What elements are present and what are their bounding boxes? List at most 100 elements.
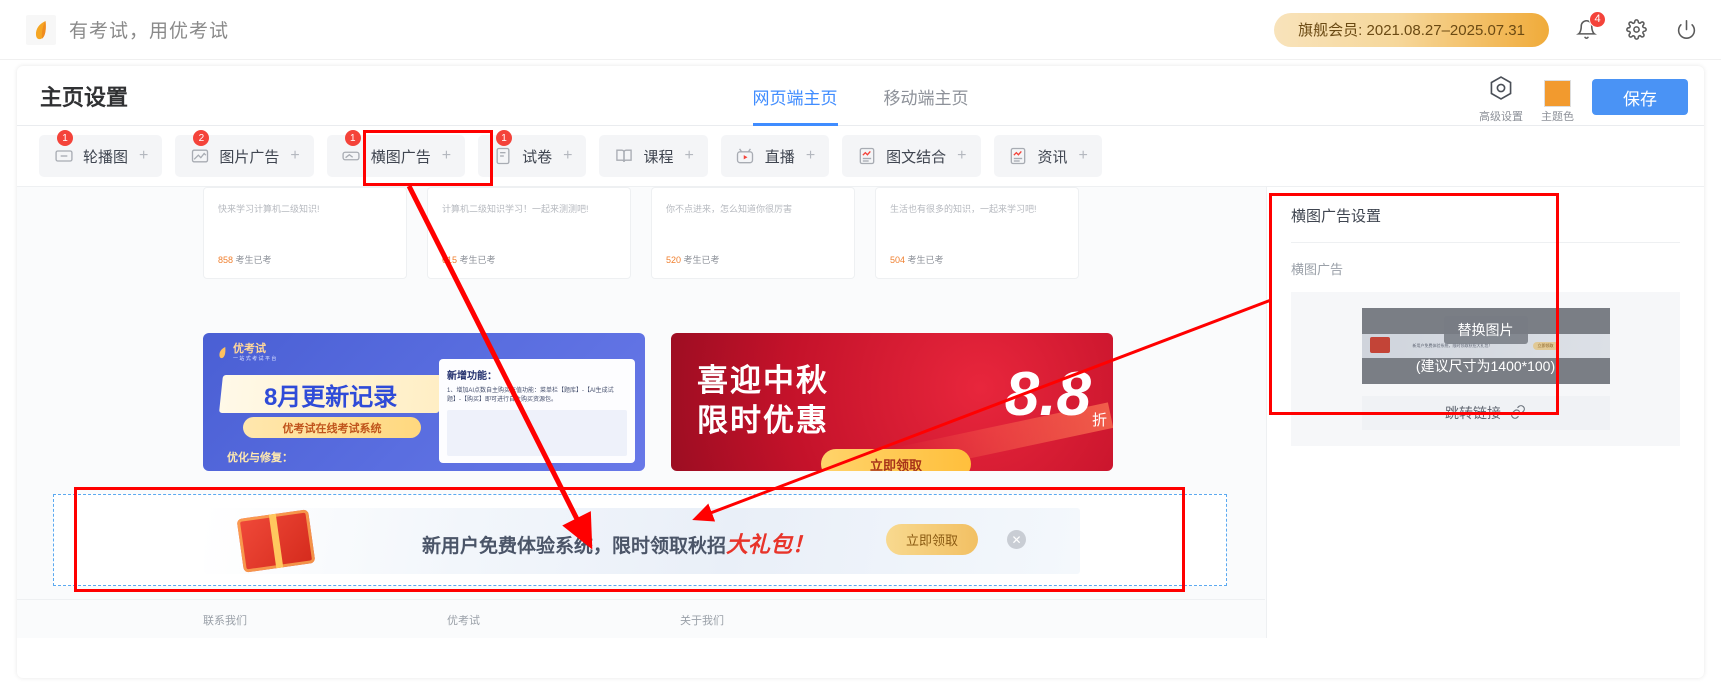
module-article[interactable]: 图文结合 +	[842, 135, 981, 177]
notification-count: 4	[1589, 10, 1606, 28]
settings-panel-body: 横图广告 新用户免费体验系统，限时领取秋招大礼包！ 立即领取 替换图片 (建议尺…	[1291, 259, 1680, 446]
module-carousel[interactable]: 1 轮播图 +	[39, 130, 163, 177]
carousel-icon	[53, 146, 74, 167]
advanced-settings-label: 高级设置	[1479, 111, 1523, 123]
image-thumbnail[interactable]: 新用户免费体验系统，限时领取秋招大礼包！ 立即领取 替换图片 (建议尺寸为140…	[1361, 308, 1610, 384]
exam-card[interactable]: 快来学习计算机二级知识! 858 考生已考	[203, 187, 407, 279]
footer-item[interactable]: 联系我们	[203, 612, 247, 638]
module-label: 横图广告	[370, 148, 431, 166]
exam-card-count-suffix: 考生已考	[235, 255, 272, 265]
module-add-icon[interactable]: +	[290, 147, 299, 165]
module-toolbar: 1 轮播图 + 2 图片广告 + 1 横图广告 + 1 试卷 + 课程 + 直播…	[17, 126, 1704, 186]
settings-section-label: 横图广告	[1291, 262, 1344, 277]
module-add-icon[interactable]: +	[684, 147, 693, 165]
module-exam-paper[interactable]: 1 试卷 +	[478, 130, 587, 177]
banner-headline: 8月更新记录	[264, 383, 398, 411]
theme-color-picker[interactable]: 主题色	[1541, 80, 1574, 124]
exam-card-stat: 504 考生已考	[890, 253, 944, 266]
exam-card-count: 520	[666, 255, 682, 265]
exam-card-count: 504	[890, 255, 906, 265]
module-add-icon[interactable]: +	[957, 147, 966, 165]
tab-mobile-homepage[interactable]: 移动端主页	[884, 66, 969, 126]
banner-text: 新用户免费体验系统，限时领取秋招大礼包！	[422, 527, 814, 559]
theme-color-label: 主题色	[1541, 111, 1574, 123]
replace-image-button[interactable]: 替换图片	[1443, 316, 1528, 344]
settings-panel-title: 横图广告设置	[1291, 208, 1382, 225]
app-root: 有考试，用优考试 旗舰会员: 2021.08.27–2025.07.31 4 主…	[0, 0, 1721, 696]
banner-logo-sub: 一 站 式 考 试 平 台	[233, 356, 277, 363]
brand: 有考试，用优考试	[26, 14, 229, 45]
module-label: 轮播图	[83, 148, 129, 166]
top-bar: 有考试，用优考试 旗舰会员: 2021.08.27–2025.07.31 4	[0, 0, 1721, 60]
banner-logo: 优考试 一 站 式 考 试 平 台	[217, 343, 276, 362]
banner-logo-text: 优考试	[233, 343, 266, 355]
image-ad-row: 优考试 一 站 式 考 试 平 台 8月更新记录 优考试在线考试系统 优化与修复…	[203, 333, 1113, 471]
gear-icon[interactable]	[1623, 17, 1649, 43]
exam-card[interactable]: 你不点进来，怎么知道你很厉害 520 考生已考	[651, 187, 855, 279]
module-label: 课程	[643, 148, 674, 166]
banner-cta[interactable]: 立即领取	[821, 449, 971, 471]
tab-web-homepage[interactable]: 网页端主页	[752, 66, 838, 126]
module-label: 图片广告	[219, 148, 280, 166]
module-add-icon[interactable]: +	[1079, 147, 1088, 165]
exam-card-count: 858	[218, 255, 234, 265]
live-tv-icon	[735, 146, 756, 167]
hexagon-settings-icon	[1487, 74, 1515, 107]
module-image-ad[interactable]: 2 图片广告 +	[175, 130, 314, 177]
theme-color-swatch[interactable]	[1544, 80, 1571, 107]
module-badge: 1	[496, 130, 513, 146]
size-hint: (建议尺寸为1400*100)	[1415, 358, 1556, 374]
link-icon	[1510, 404, 1526, 423]
banner-feature-panel: 新增功能： 1、增加AI点数自主购买充值功能：菜单栏【题库】-【AI生成试题】-…	[439, 359, 635, 463]
page-card: 主页设置 网页端主页 移动端主页 高级设置 主题色 保存 1 轮播图 + 2 图…	[17, 66, 1704, 678]
power-icon[interactable]	[1673, 17, 1699, 43]
exam-card[interactable]: 生活也有很多的知识，一起来学习吧! 504 考生已考	[875, 187, 1079, 279]
banner-discount-unit: 折	[1091, 412, 1107, 429]
advanced-settings-button[interactable]: 高级设置	[1479, 74, 1523, 124]
banner-text-plain: 新用户免费体验系统，限时领取秋招	[422, 536, 727, 557]
close-icon[interactable]: ✕	[1007, 530, 1026, 549]
exam-card-count-suffix: 考生已考	[907, 255, 944, 265]
selected-banner-slot[interactable]: 新用户免费体验系统，限时领取秋招大礼包！ 立即领取 ✕	[53, 494, 1227, 586]
module-add-icon[interactable]: +	[442, 147, 451, 165]
jump-link-label: 跳转链接	[1445, 405, 1501, 421]
banner-panel-title: 新增功能：	[447, 371, 497, 382]
module-course[interactable]: 课程 +	[599, 135, 708, 177]
exam-card-stat: 615 考生已考	[442, 253, 496, 266]
bell-icon[interactable]: 4	[1573, 10, 1606, 43]
exam-card-count-suffix: 考生已考	[459, 255, 496, 265]
top-bar-actions: 旗舰会员: 2021.08.27–2025.07.31 4	[1274, 10, 1699, 47]
module-label: 图文结合	[886, 148, 947, 166]
module-label: 直播	[764, 148, 795, 166]
canvas-footer: 联系我们 优考试 关于我们	[17, 599, 1265, 638]
thumbnail-button: 立即领取	[1532, 342, 1559, 350]
exam-card-stat: 858 考生已考	[218, 253, 272, 266]
banner-line2: 限时优惠	[697, 403, 829, 438]
banner-update-log[interactable]: 优考试 一 站 式 考 试 平 台 8月更新记录 优考试在线考试系统 优化与修复…	[203, 333, 645, 471]
module-live[interactable]: 直播 +	[720, 135, 830, 177]
footer-item[interactable]: 优考试	[447, 612, 480, 638]
page-tabs: 网页端主页 移动端主页	[17, 66, 1704, 126]
banner-headline-plate: 8月更新记录	[219, 375, 443, 413]
banner-fix-label: 优化与修复：	[227, 452, 293, 464]
leaf-logo-icon	[26, 14, 56, 45]
exam-card-desc: 你不点进来，怎么知道你很厉害	[666, 204, 793, 214]
banner-panel-line: 1、增加AI点数自主购买充值功能：菜单栏【题库】-【AI生成试题】-【购买】即可…	[447, 388, 614, 403]
module-badge: 1	[344, 130, 361, 146]
banner-new-user-promo[interactable]: 新用户免费体验系统，限时领取秋招大礼包！ 立即领取 ✕	[204, 508, 1080, 574]
save-button[interactable]: 保存	[1592, 79, 1688, 115]
module-add-icon[interactable]: +	[806, 147, 815, 165]
banner-claim-button[interactable]: 立即领取	[886, 524, 978, 555]
footer-item[interactable]: 关于我们	[680, 612, 724, 638]
module-banner-ad[interactable]: 1 横图广告 +	[326, 130, 466, 177]
module-news[interactable]: 资讯 +	[993, 135, 1102, 177]
banner-panel-image	[447, 410, 627, 456]
jump-link-field[interactable]: 跳转链接	[1361, 396, 1610, 430]
exam-card[interactable]: 计算机二级知识学习！一起来测测吧! 615 考生已考	[427, 187, 631, 279]
page-header: 主页设置 网页端主页 移动端主页 高级设置 主题色 保存	[17, 66, 1704, 126]
module-add-icon[interactable]: +	[139, 147, 148, 165]
settings-panel: 横图广告设置 横图广告 新用户免费体验系统，限时领取秋招大礼包！ 立即领取 替换…	[1266, 187, 1704, 638]
module-badge: 2	[193, 130, 210, 146]
module-add-icon[interactable]: +	[563, 147, 572, 165]
banner-midautumn-promo[interactable]: 喜迎中秋 限时优惠 8.8 折 立即领取	[671, 333, 1113, 471]
